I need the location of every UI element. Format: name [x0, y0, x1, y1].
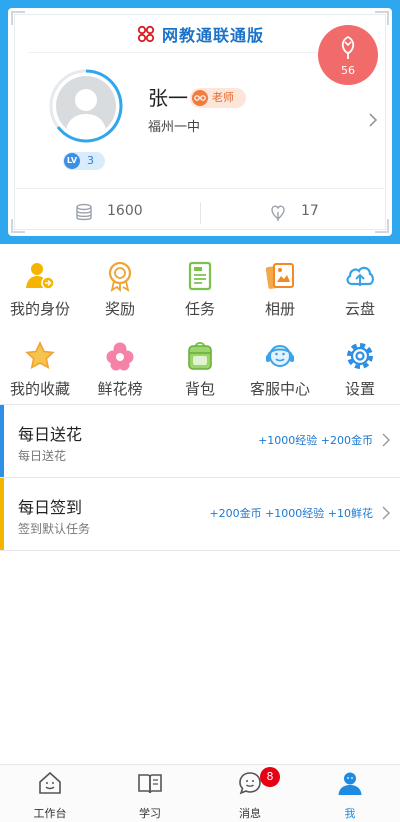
corner-decoration: [375, 219, 389, 233]
level-icon: LV: [64, 153, 80, 169]
teacher-glasses-icon: [192, 90, 208, 106]
identity-icon: [26, 263, 55, 290]
corner-decoration: [11, 219, 25, 233]
tab-workbench[interactable]: 工作台: [0, 765, 100, 822]
task-subtitle: 签到默认任务: [18, 522, 91, 536]
backpack-icon: [188, 342, 212, 370]
task-accent-bar: [0, 478, 4, 550]
task-daily-checkin[interactable]: 每日签到 签到默认任务 +200金币 +1000经验 +10鲜花: [0, 478, 400, 550]
grid-label: 任务: [184, 300, 215, 318]
received-flowers-badge[interactable]: 56: [318, 25, 378, 85]
home-icon: [39, 771, 61, 794]
task-title: 每日签到: [18, 498, 83, 517]
user-name: 张一: [148, 86, 188, 110]
chevron-right-icon: [382, 433, 390, 447]
task-reward: +1000经验 +200金币: [258, 434, 373, 447]
task-title: 每日送花: [18, 425, 83, 444]
school-name: 福州一中: [148, 120, 201, 135]
task-daily-flower[interactable]: 每日送花 每日送花 +1000经验 +200金币: [0, 405, 400, 477]
stats-divider: [16, 188, 384, 189]
level-badge: LV 3: [63, 152, 105, 170]
level-value: 3: [87, 154, 94, 167]
grid-label: 鲜花榜: [97, 380, 143, 398]
grid-item-favorites[interactable]: 我的收藏: [0, 334, 80, 404]
chevron-right-icon: [382, 506, 390, 520]
task-divider: [0, 550, 400, 551]
received-flowers-count: 56: [341, 64, 355, 77]
headset-icon: [266, 345, 294, 367]
tab-me[interactable]: 我: [300, 765, 400, 822]
stats-separator: [200, 202, 201, 224]
tab-messages[interactable]: 8 消息: [200, 765, 300, 822]
grid-label: 相册: [264, 300, 295, 318]
medal-icon: [108, 261, 132, 292]
avatar[interactable]: [48, 68, 124, 144]
grid-label: 设置: [344, 380, 375, 398]
avatar-image: [56, 76, 116, 136]
tab-label: 学习: [139, 807, 161, 820]
grid-item-tasks[interactable]: 任务: [160, 254, 240, 324]
photo-album-icon: [265, 263, 294, 289]
role-label: 老师: [212, 91, 234, 104]
grid-label: 背包: [184, 380, 215, 398]
unicom-logo-icon: [137, 25, 155, 43]
rose-icon: [341, 35, 355, 59]
coin-stack-icon: [76, 203, 92, 221]
role-badge: 老师: [190, 88, 246, 108]
grid-label: 我的身份: [9, 300, 70, 318]
task-reward: +200金币 +1000经验 +10鲜花: [209, 507, 373, 520]
grid-item-identity[interactable]: 我的身份: [0, 254, 80, 324]
flowers-value: 17: [301, 203, 319, 219]
default-user-icon: [65, 89, 107, 136]
task-list-icon: [188, 261, 212, 291]
grid-label: 云盘: [344, 300, 375, 318]
grid-item-rewards[interactable]: 奖励: [80, 254, 160, 324]
grid-item-album[interactable]: 相册: [240, 254, 320, 324]
gear-icon: [347, 343, 373, 369]
tab-label: 我: [344, 807, 356, 820]
book-icon: [138, 774, 162, 794]
grid-item-settings[interactable]: 设置: [320, 334, 400, 404]
flower-outline-icon: [271, 205, 285, 221]
grid-item-cloud[interactable]: 云盘: [320, 254, 400, 324]
flower-icon: [106, 342, 134, 371]
unread-count-badge: 8: [260, 767, 280, 787]
grid-label: 奖励: [104, 300, 135, 318]
task-subtitle: 每日送花: [18, 449, 67, 463]
grid-item-backpack[interactable]: 背包: [160, 334, 240, 404]
grid-item-flower-ranking[interactable]: 鲜花榜: [80, 334, 160, 404]
profile-card[interactable]: 网教通联通版 56 LV 3 张一 老师 福州一中 1600 17: [8, 8, 392, 236]
grid-label: 我的收藏: [9, 380, 70, 398]
task-accent-bar: [0, 405, 4, 477]
coins-value: 1600: [107, 203, 143, 219]
chevron-right-icon[interactable]: [368, 112, 378, 128]
brand-title: 网教通联通版: [161, 26, 264, 45]
tab-label: 工作台: [33, 807, 67, 820]
grid-label: 客服中心: [249, 380, 310, 398]
chat-icon: [239, 772, 261, 795]
grid-item-support[interactable]: 客服中心: [240, 334, 320, 404]
star-icon: [25, 341, 55, 370]
tab-study[interactable]: 学习: [100, 765, 200, 822]
tab-label: 消息: [239, 807, 261, 820]
user-icon: [338, 772, 362, 795]
bottom-tab-bar: 工作台 学习 8 消息 我: [0, 764, 400, 822]
cloud-upload-icon: [346, 266, 374, 286]
